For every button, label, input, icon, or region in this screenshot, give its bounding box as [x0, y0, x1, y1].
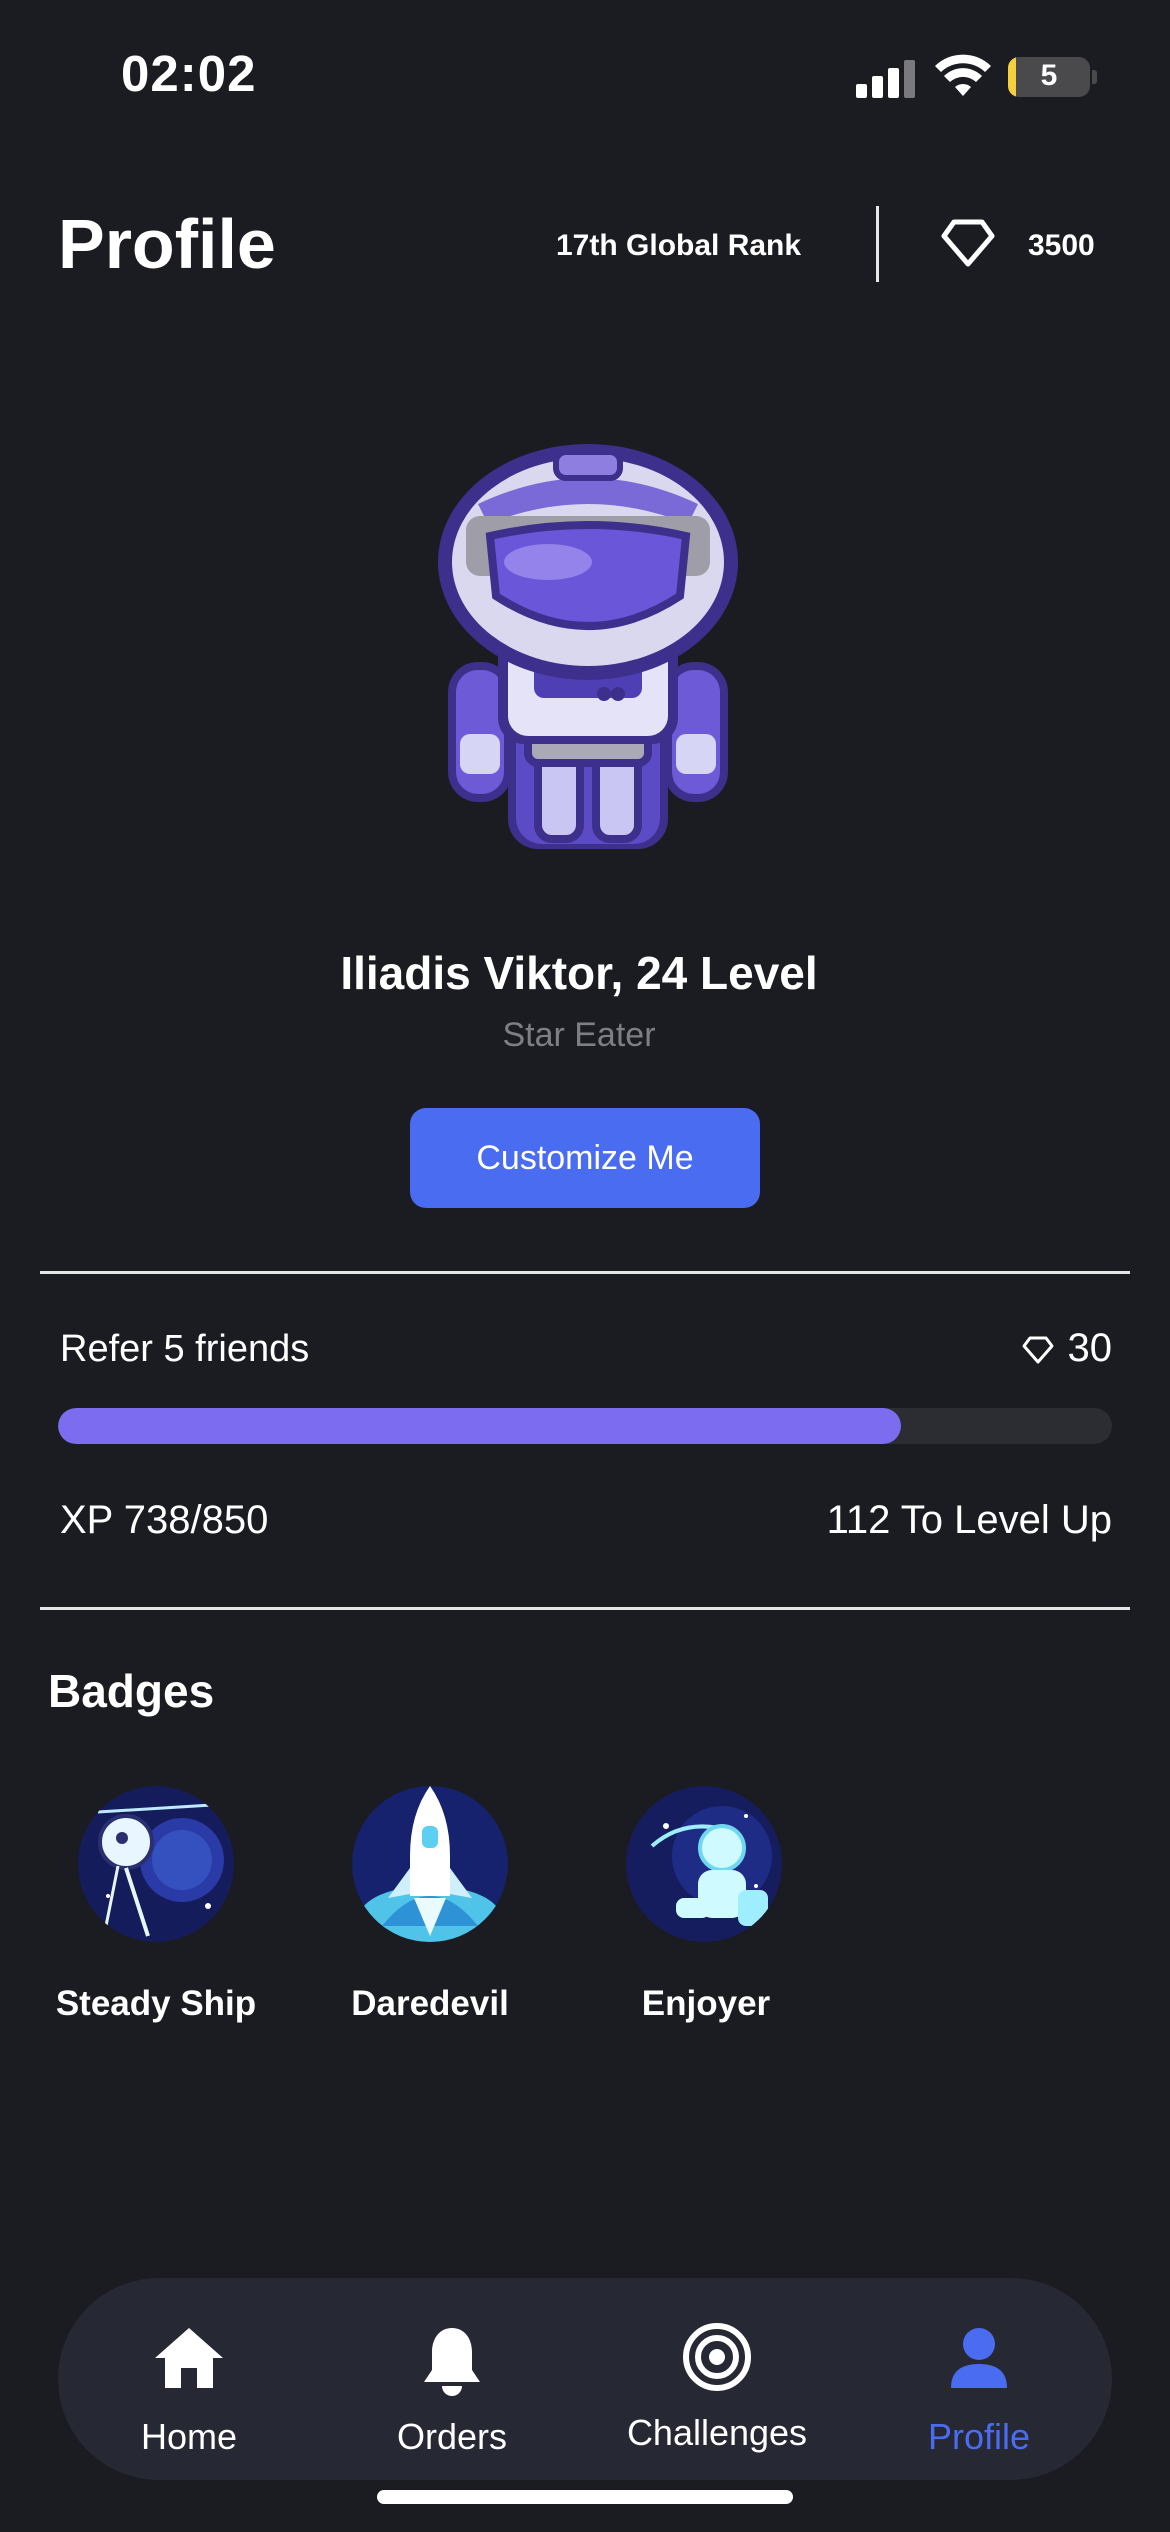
progress-fill — [58, 1408, 902, 1444]
header-divider — [876, 206, 879, 282]
profile-title: Star Eater — [502, 1016, 656, 1054]
home-indicator — [377, 2490, 793, 2504]
diamond-icon — [941, 219, 995, 267]
xp-counter: XP 738/850 — [60, 1498, 269, 1542]
person-icon — [951, 2328, 1007, 2388]
rocket-icon[interactable] — [352, 1786, 508, 1942]
page-title: Profile — [58, 205, 276, 283]
nav-label: Orders — [396, 2416, 508, 2457]
xp-to-level-up: 112 To Level Up — [826, 1498, 1112, 1542]
battery-icon: 5 — [1008, 57, 1090, 97]
reward-amount: 30 — [1067, 1326, 1113, 1370]
profile-name: Iliadis Viktor, 24 Level — [340, 947, 818, 999]
customize-button[interactable]: Customize Me — [410, 1108, 760, 1208]
nav-label: Home — [140, 2416, 238, 2457]
satellite-icon[interactable] — [78, 1786, 234, 1942]
global-rank[interactable]: 17th Global Rank — [556, 229, 801, 263]
cellular-signal-icon — [856, 58, 915, 98]
badges-heading: Badges — [48, 1665, 215, 1717]
badge-label: Enjoyer — [641, 1984, 771, 2023]
battery-level: 5 — [1040, 59, 1058, 92]
badge-label: Daredevil — [351, 1984, 509, 2023]
nav-label: Challenges — [626, 2412, 808, 2453]
gem-balance[interactable]: 3500 — [1028, 229, 1095, 263]
challenge-task: Refer 5 friends — [60, 1328, 310, 1370]
section-divider — [40, 1607, 1130, 1610]
nav-profile[interactable]: Profile — [879, 2278, 1079, 2480]
battery-tip — [1092, 70, 1097, 84]
wifi-icon — [935, 54, 991, 96]
section-divider — [40, 1271, 1130, 1274]
target-icon — [683, 2323, 751, 2391]
bell-icon — [424, 2328, 480, 2396]
nav-home[interactable]: Home — [89, 2278, 289, 2480]
diamond-icon — [1022, 1336, 1053, 1363]
challenge-progress-bar — [58, 1408, 1112, 1444]
nav-orders[interactable]: Orders — [352, 2278, 552, 2480]
badge-label: Steady Ship — [55, 1984, 257, 2023]
nav-challenges[interactable]: Challenges — [617, 2278, 817, 2480]
challenge-reward: 30 — [1022, 1326, 1113, 1371]
astronaut-icon[interactable] — [626, 1786, 782, 1942]
status-time: 02:02 — [121, 45, 257, 102]
home-icon — [155, 2328, 223, 2388]
nav-label-active: Profile — [927, 2416, 1031, 2457]
astronaut-avatar[interactable] — [438, 444, 738, 854]
bottom-navigation: Home Orders Challenges Profile — [58, 2278, 1112, 2480]
